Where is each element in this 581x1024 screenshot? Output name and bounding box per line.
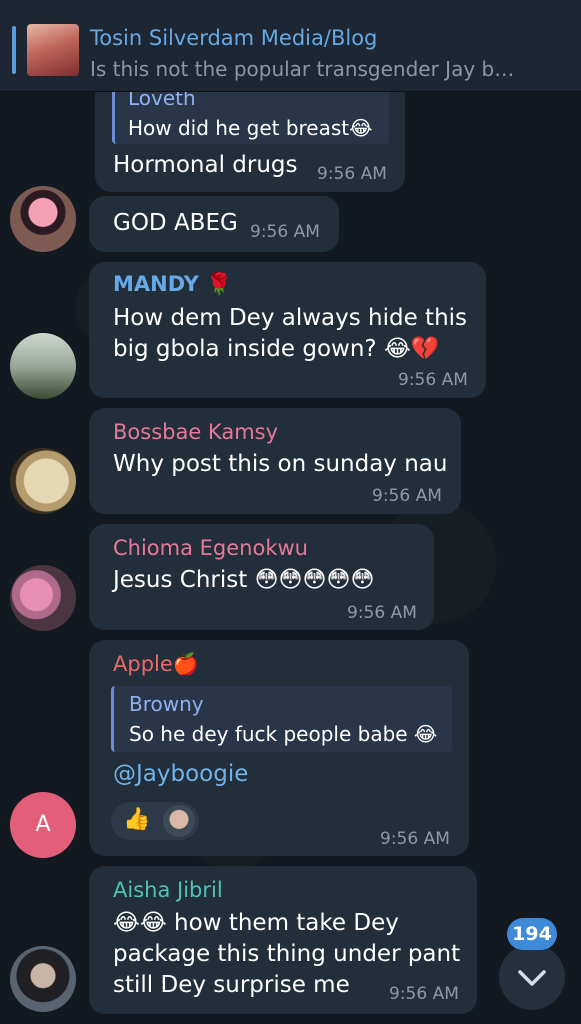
- quote-text: So he dey fuck people babe 😂: [129, 722, 438, 746]
- message-text: big gbola inside gown? 😂💔: [113, 336, 440, 362]
- sender-name[interactable]: Apple🍎: [113, 652, 199, 677]
- reactor-avatar: [163, 805, 195, 837]
- message-text: package this thing under pant: [113, 941, 461, 967]
- sender-name[interactable]: Bossbae Kamsy: [113, 420, 278, 444]
- avatar-letter: A: [35, 812, 51, 837]
- message-time: 9:56 AM: [398, 370, 468, 390]
- sender-name[interactable]: Chioma Egenokwu: [113, 536, 308, 560]
- message-time: 9:56 AM: [380, 829, 450, 849]
- message-text: Why post this on sunday nau: [113, 451, 448, 477]
- mention-link[interactable]: @Jayboogie: [113, 761, 248, 787]
- pinned-indicator: [12, 26, 16, 74]
- quote-text: How did he get breast😂: [128, 116, 373, 140]
- message-bubble[interactable]: MANDY 🌹 How dem Dey always hide this big…: [89, 262, 486, 398]
- message-text: Jesus Christ 😳😳😳😳😳: [113, 567, 375, 593]
- avatar[interactable]: [10, 946, 76, 1012]
- sender-name[interactable]: Aisha Jibril: [113, 878, 223, 902]
- reaction-chip[interactable]: 👍: [111, 802, 199, 840]
- pinned-thumbnail: [27, 24, 79, 76]
- message-text: Hormonal drugs: [113, 152, 298, 178]
- pinned-title: Tosin Silverdam Media/Blog: [90, 26, 378, 50]
- sender-name[interactable]: MANDY 🌹: [113, 272, 232, 297]
- message-time: 9:56 AM: [372, 486, 442, 506]
- message-time: 9:56 AM: [389, 984, 459, 1004]
- message-bubble[interactable]: Bossbae Kamsy Why post this on sunday na…: [89, 408, 461, 514]
- message-time: 9:56 AM: [347, 603, 417, 623]
- avatar[interactable]: A: [10, 792, 76, 858]
- message-bubble[interactable]: GOD ABEG 9:56 AM: [89, 196, 339, 252]
- message-bubble[interactable]: Chioma Egenokwu Jesus Christ 😳😳😳😳😳 9:56 …: [89, 524, 434, 630]
- unread-count-badge[interactable]: 194: [507, 918, 557, 950]
- message-bubble[interactable]: Aisha Jibril 😂😂 how them take Dey packag…: [89, 866, 477, 1014]
- message-bubble[interactable]: Apple🍎 Browny So he dey fuck people babe…: [89, 640, 469, 856]
- avatar[interactable]: [10, 186, 76, 252]
- thumbs-up-icon: 👍: [123, 807, 151, 832]
- quote-sender: Browny: [129, 692, 204, 716]
- avatar[interactable]: [10, 448, 76, 514]
- chevron-down-icon: [518, 970, 546, 986]
- avatar[interactable]: [10, 333, 76, 399]
- message-time: 9:56 AM: [317, 164, 387, 184]
- pinned-message-bar[interactable]: Tosin Silverdam Media/Blog Is this not t…: [0, 0, 581, 92]
- message-text: still Dey surprise me: [113, 972, 350, 998]
- reply-quote[interactable]: Browny So he dey fuck people babe 😂: [111, 686, 452, 752]
- message-text: How dem Dey always hide this: [113, 305, 468, 331]
- scroll-down-button[interactable]: [499, 944, 565, 1010]
- avatar[interactable]: [10, 565, 76, 631]
- message-text: 😂😂 how them take Dey: [113, 910, 399, 936]
- message-time: 9:56 AM: [250, 222, 320, 242]
- message-text: GOD ABEG: [113, 210, 238, 236]
- pinned-text: Is this not the popular transgender Jay …: [90, 57, 515, 81]
